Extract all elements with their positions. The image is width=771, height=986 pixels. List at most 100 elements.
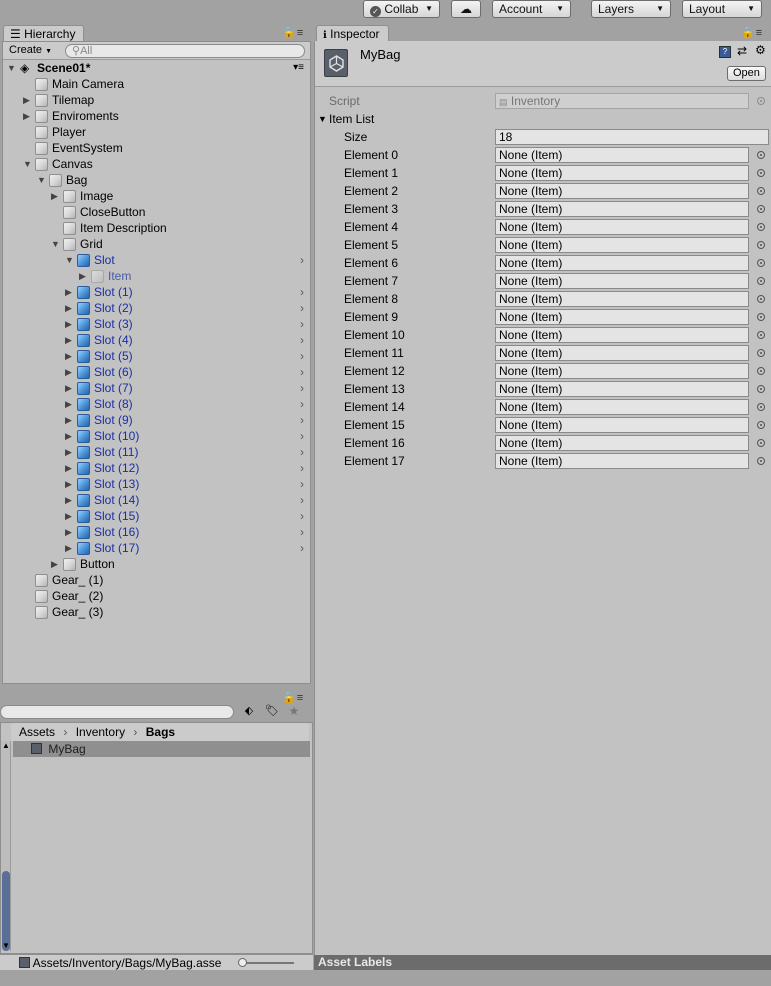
expand-arrow-icon[interactable]: ▶	[65, 380, 72, 396]
element-object-field[interactable]: None (Item)	[495, 417, 749, 433]
prefab-open-chevron-icon[interactable]: ›	[300, 508, 304, 524]
prefab-open-chevron-icon[interactable]: ›	[300, 428, 304, 444]
object-picker-icon[interactable]	[757, 349, 765, 357]
expand-arrow-icon[interactable]: ▶	[65, 284, 72, 300]
element-object-field[interactable]: None (Item)	[495, 165, 749, 181]
element-object-field[interactable]: None (Item)	[495, 147, 749, 163]
prefab-open-chevron-icon[interactable]: ›	[300, 332, 304, 348]
breadcrumb-bags[interactable]: Bags	[146, 725, 175, 739]
prefab-open-chevron-icon[interactable]: ›	[300, 380, 304, 396]
project-scrollbar[interactable]: ▲ ▼	[1, 741, 11, 951]
hierarchy-item[interactable]: Player	[3, 124, 310, 140]
expand-arrow-icon[interactable]: ▶	[65, 348, 72, 364]
hierarchy-item[interactable]: Main Camera	[3, 76, 310, 92]
element-object-field[interactable]: None (Item)	[495, 309, 749, 325]
panel-menu-icons[interactable]: 🔒≡	[282, 26, 304, 39]
expand-arrow-icon[interactable]: ▶	[65, 492, 72, 508]
favorite-star-icon[interactable]: ★	[284, 704, 304, 720]
expand-arrow-icon[interactable]: ▶	[65, 524, 72, 540]
expand-arrow-icon[interactable]: ▶	[65, 460, 72, 476]
expand-arrow-icon[interactable]: ▶	[65, 508, 72, 524]
object-picker-icon[interactable]	[757, 295, 765, 303]
object-picker-icon[interactable]	[757, 457, 765, 465]
object-picker-icon[interactable]	[757, 313, 765, 321]
hierarchy-item[interactable]: ▶ Slot (4) ›	[3, 332, 310, 348]
element-object-field[interactable]: None (Item)	[495, 381, 749, 397]
object-picker-icon[interactable]	[757, 259, 765, 267]
object-picker-icon[interactable]	[757, 421, 765, 429]
icon-size-slider-track[interactable]	[240, 962, 294, 964]
object-picker-icon[interactable]	[757, 205, 765, 213]
hierarchy-item[interactable]: ▶ Slot (10) ›	[3, 428, 310, 444]
filter-by-label-icon[interactable]: 🏷	[262, 704, 282, 720]
object-picker-icon[interactable]	[757, 277, 765, 285]
object-picker-icon[interactable]	[757, 439, 765, 447]
element-object-field[interactable]: None (Item)	[495, 453, 749, 469]
expand-arrow-icon[interactable]: ▶	[65, 364, 72, 380]
open-button[interactable]: Open	[727, 66, 766, 81]
hierarchy-item[interactable]: EventSystem	[3, 140, 310, 156]
filter-by-type-icon[interactable]: ⬖	[239, 704, 259, 720]
scene-row[interactable]: ▼ ◈ Scene01* ▾≡	[3, 60, 310, 76]
panel-menu-icons[interactable]: 🔒≡	[741, 26, 763, 39]
hierarchy-item[interactable]: ▶ Button	[3, 556, 310, 572]
hierarchy-item[interactable]: ▶ Slot (5) ›	[3, 348, 310, 364]
cloud-button[interactable]: ☁	[451, 0, 481, 18]
hierarchy-item[interactable]: ▶ Slot (6) ›	[3, 364, 310, 380]
hierarchy-item[interactable]: ▶ Item	[3, 268, 310, 284]
hierarchy-item[interactable]: Item Description	[3, 220, 310, 236]
hierarchy-item[interactable]: ▶ Slot (14) ›	[3, 492, 310, 508]
element-object-field[interactable]: None (Item)	[495, 273, 749, 289]
expand-arrow-icon[interactable]: ▶	[65, 396, 72, 412]
object-picker-icon[interactable]	[757, 241, 765, 249]
object-picker-icon[interactable]	[757, 169, 765, 177]
expand-arrow-icon[interactable]: ▼	[7, 60, 16, 76]
breadcrumb-assets[interactable]: Assets	[19, 725, 55, 739]
hierarchy-item[interactable]: ▶ Image	[3, 188, 310, 204]
prefab-open-chevron-icon[interactable]: ›	[300, 412, 304, 428]
collapse-arrow-icon[interactable]: ▼	[65, 252, 74, 268]
expand-arrow-icon[interactable]: ▶	[23, 92, 30, 108]
hierarchy-item[interactable]: CloseButton	[3, 204, 310, 220]
hierarchy-item[interactable]: ▶ Slot (13) ›	[3, 476, 310, 492]
hierarchy-item[interactable]: Gear_ (1)	[3, 572, 310, 588]
element-object-field[interactable]: None (Item)	[495, 183, 749, 199]
collab-button[interactable]: ✓ Collab ▼	[363, 0, 440, 18]
hierarchy-item[interactable]: ▶ Slot (7) ›	[3, 380, 310, 396]
expand-arrow-icon[interactable]: ▶	[79, 268, 86, 284]
scrollbar-thumb[interactable]	[2, 871, 10, 951]
foldout-arrow-icon[interactable]: ▼	[318, 110, 327, 128]
hierarchy-item[interactable]: ▶ Slot (8) ›	[3, 396, 310, 412]
hierarchy-item[interactable]: ▼ Grid	[3, 236, 310, 252]
object-picker-icon[interactable]	[757, 151, 765, 159]
hierarchy-item[interactable]: ▶ Slot (17) ›	[3, 540, 310, 556]
expand-arrow-icon[interactable]: ▶	[51, 556, 58, 572]
element-object-field[interactable]: None (Item)	[495, 291, 749, 307]
project-search-input[interactable]	[0, 705, 234, 719]
expand-arrow-icon[interactable]: ▶	[51, 188, 58, 204]
prefab-open-chevron-icon[interactable]: ›	[300, 492, 304, 508]
hierarchy-item[interactable]: ▼ Canvas	[3, 156, 310, 172]
hierarchy-item[interactable]: ▶ Slot (1) ›	[3, 284, 310, 300]
breadcrumb-inventory[interactable]: Inventory	[76, 725, 125, 739]
create-dropdown[interactable]: Create ▼	[9, 43, 52, 59]
expand-arrow-icon[interactable]: ▶	[65, 332, 72, 348]
scroll-up-icon[interactable]: ▲	[2, 741, 10, 750]
object-picker-icon[interactable]	[757, 367, 765, 375]
prefab-open-chevron-icon[interactable]: ›	[300, 284, 304, 300]
prefab-open-chevron-icon[interactable]: ›	[300, 396, 304, 412]
prefab-open-chevron-icon[interactable]: ›	[300, 524, 304, 540]
element-object-field[interactable]: None (Item)	[495, 363, 749, 379]
prefab-open-chevron-icon[interactable]: ›	[300, 300, 304, 316]
expand-arrow-icon[interactable]: ▶	[65, 428, 72, 444]
expand-arrow-icon[interactable]: ▶	[65, 476, 72, 492]
element-object-field[interactable]: None (Item)	[495, 255, 749, 271]
hierarchy-item[interactable]: ▶ Enviroments	[3, 108, 310, 124]
element-object-field[interactable]: None (Item)	[495, 201, 749, 217]
gear-icon[interactable]: ⚙	[755, 43, 766, 57]
expand-arrow-icon[interactable]: ▶	[65, 316, 72, 332]
hierarchy-search-input[interactable]: ⚲All	[65, 44, 305, 58]
hierarchy-item[interactable]: ▼ Bag	[3, 172, 310, 188]
element-object-field[interactable]: None (Item)	[495, 399, 749, 415]
hierarchy-item[interactable]: ▶ Slot (9) ›	[3, 412, 310, 428]
